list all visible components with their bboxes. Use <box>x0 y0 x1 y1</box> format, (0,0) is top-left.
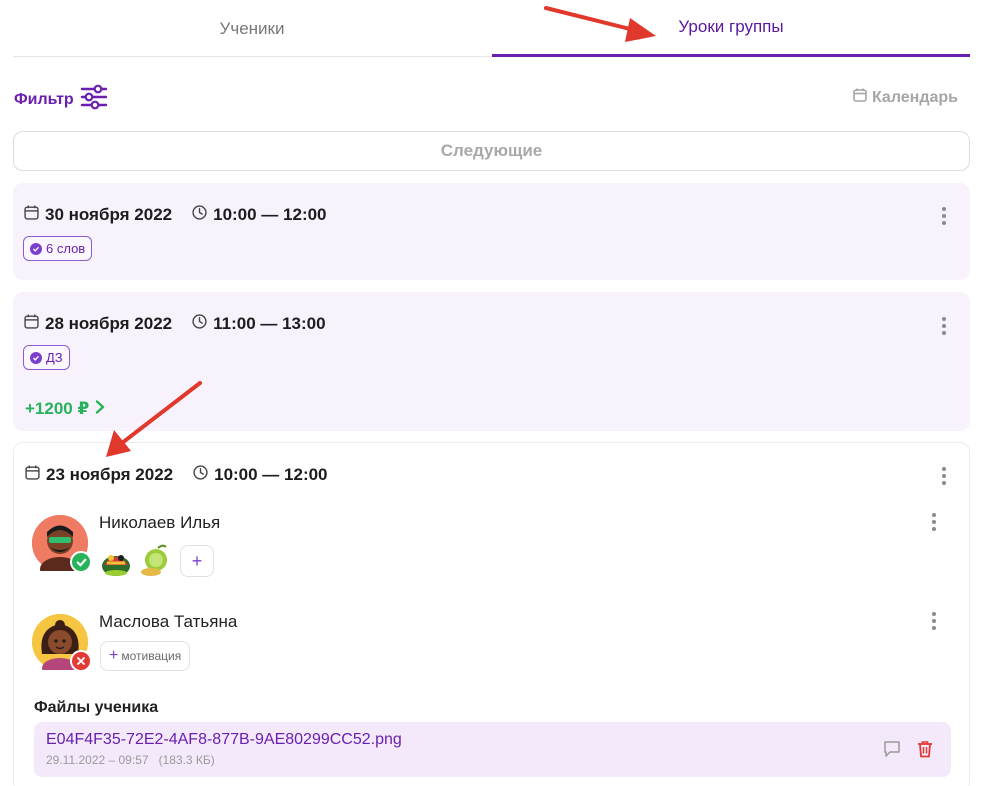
file-actions <box>883 740 933 763</box>
next-lessons-button[interactable]: Следующие <box>13 131 970 171</box>
plus-icon: + <box>109 647 119 664</box>
file-name[interactable]: E04F4F35-72E2-4AF8-877B-9AE80299CC52.png <box>46 731 402 749</box>
words-tag[interactable]: 6 слов <box>23 236 93 261</box>
clock-icon <box>192 205 207 225</box>
payment-amount[interactable]: +1200 ₽ <box>25 399 105 419</box>
student-name: Николаев Илья <box>99 513 221 532</box>
lesson-time: 10:00 — 12:00 <box>213 205 327 224</box>
calendar-label: Календарь <box>871 88 958 106</box>
clock-icon <box>193 465 208 485</box>
file-item[interactable]: E04F4F35-72E2-4AF8-877B-9AE80299CC52.png… <box>34 722 951 777</box>
student-more-options-icon[interactable] <box>931 612 937 630</box>
add-motivation-button[interactable]: + мотивация <box>100 641 191 671</box>
file-size: (183.3 КБ) <box>158 753 215 767</box>
more-options-icon[interactable] <box>941 317 947 335</box>
tag-label: 6 слов <box>46 241 86 256</box>
lesson-date: 23 ноября 2022 <box>46 465 174 484</box>
add-sticker-button[interactable]: + <box>180 545 214 577</box>
file-meta: 29.11.2022 – 09:57 (183.3 КБ) <box>46 753 215 767</box>
more-options-icon[interactable] <box>941 467 947 485</box>
lesson-card[interactable]: 30 ноября 2022 10:00 — 12:00 6 слов <box>13 183 970 280</box>
homework-tag[interactable]: ДЗ <box>23 345 70 370</box>
trash-icon[interactable] <box>917 740 933 763</box>
student-row: Маслова Татьяна + мотивация <box>32 611 952 681</box>
student-name: Маслова Татьяна <box>99 612 238 631</box>
lesson-time: 10:00 — 12:00 <box>214 465 328 484</box>
tab-bar: Ученики Уроки группы <box>13 0 970 57</box>
price-label: +1200 ₽ <box>25 399 90 418</box>
student-row: Николаев Илья + <box>32 513 952 583</box>
lesson-date: 28 ноября 2022 <box>45 314 173 333</box>
student-avatar[interactable] <box>32 515 92 581</box>
chevron-right-icon <box>95 399 105 419</box>
calendar-button[interactable]: Календарь <box>853 88 958 107</box>
lesson-card-expanded: 23 ноября 2022 10:00 — 12:00 Николаев Ил… <box>13 442 970 786</box>
lesson-header: 30 ноября 2022 10:00 — 12:00 <box>24 205 327 225</box>
calendar-icon <box>24 205 39 225</box>
lesson-card[interactable]: 28 ноября 2022 11:00 — 13:00 ДЗ +1200 ₽ <box>13 292 970 431</box>
sticker-turtle-icon[interactable] <box>98 543 134 579</box>
filter-button[interactable]: Фильтр <box>14 84 108 115</box>
comment-icon[interactable] <box>883 740 901 763</box>
calendar-icon <box>25 465 40 485</box>
calendar-icon <box>24 314 39 334</box>
tab-group-lessons[interactable]: Уроки группы <box>492 0 970 57</box>
absent-x-icon <box>70 650 92 672</box>
filter-label: Фильтр <box>14 90 74 108</box>
lesson-header: 23 ноября 2022 10:00 — 12:00 <box>25 465 328 485</box>
present-check-icon <box>70 551 92 573</box>
student-more-options-icon[interactable] <box>931 513 937 531</box>
lesson-time: 11:00 — 13:00 <box>213 314 326 333</box>
check-circle-icon <box>30 242 42 255</box>
student-avatar[interactable] <box>32 614 92 678</box>
sticker-lime-icon[interactable] <box>136 543 172 579</box>
lesson-date: 30 ноября 2022 <box>45 205 173 224</box>
lesson-header: 28 ноября 2022 11:00 — 13:00 <box>24 314 326 334</box>
clock-icon <box>192 314 207 334</box>
file-date: 29.11.2022 – 09:57 <box>46 753 149 767</box>
calendar-icon <box>853 88 867 107</box>
more-options-icon[interactable] <box>941 207 947 225</box>
student-files-heading: Файлы ученика <box>34 699 159 716</box>
tag-label: ДЗ <box>46 350 63 365</box>
motivation-label: мотивация <box>121 649 182 663</box>
filter-sliders-icon <box>80 84 108 115</box>
check-circle-icon <box>30 351 42 364</box>
tab-students[interactable]: Ученики <box>13 0 491 57</box>
